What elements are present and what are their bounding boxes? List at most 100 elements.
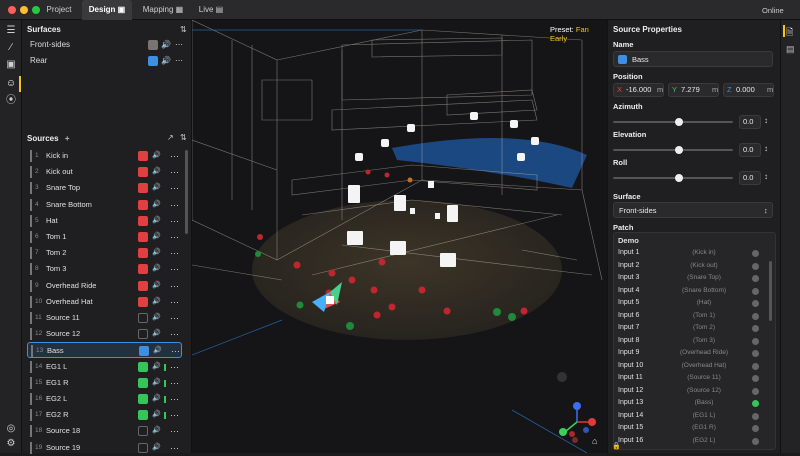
azimuth-knob[interactable] <box>675 118 683 126</box>
more-icon[interactable]: ⋯ <box>170 310 179 326</box>
source-color-swatch[interactable] <box>139 346 149 357</box>
source-color-swatch[interactable] <box>138 442 148 453</box>
more-icon[interactable]: ⋯ <box>170 245 179 261</box>
source-handle[interactable] <box>30 214 32 227</box>
more-icon[interactable]: ⋯ <box>170 261 179 277</box>
more-icon[interactable]: ⋯ <box>170 375 179 391</box>
source-row[interactable]: 14 EG1 L 🔊 ⋯ <box>27 359 182 375</box>
more-icon[interactable]: ⋯ <box>170 278 179 294</box>
remove-icon[interactable] <box>752 275 759 282</box>
patch-row[interactable]: Input 4 (Snare Bottom) <box>614 285 772 298</box>
remove-icon[interactable] <box>752 312 759 320</box>
speaker-icon[interactable]: 🔊 <box>152 261 161 277</box>
source-color-swatch[interactable] <box>138 264 148 275</box>
tab-project[interactable]: Project <box>40 0 78 20</box>
sort-icon[interactable]: ⇅ <box>180 25 187 34</box>
tab-mapping[interactable]: Mapping ▦ <box>138 0 188 20</box>
speaker-icon[interactable]: 🔊 <box>152 310 161 326</box>
source-row[interactable]: 15 EG1 R 🔊 ⋯ <box>27 375 182 391</box>
more-icon[interactable]: ⋯ <box>175 38 183 52</box>
zoom-window-button[interactable] <box>32 6 40 14</box>
inspector-icon[interactable]: ▤ <box>786 44 795 55</box>
azimuth-slider[interactable] <box>613 118 733 126</box>
surface-color-swatch[interactable] <box>148 40 158 50</box>
preset-indicator[interactable]: Preset: Fan Early <box>550 25 607 43</box>
source-handle[interactable] <box>30 198 32 211</box>
source-row[interactable]: 2 Kick out 🔊 ⋯ <box>27 164 182 180</box>
source-row[interactable]: 8 Tom 3 🔊 ⋯ <box>27 261 182 277</box>
speaker-icon[interactable]: 🔊 <box>152 213 161 229</box>
azimuth-stepper-icon[interactable]: ↕ <box>764 116 768 125</box>
more-icon[interactable]: ⋯ <box>170 229 179 245</box>
source-color-swatch[interactable] <box>138 361 148 372</box>
source-handle[interactable] <box>30 150 32 162</box>
source-color-swatch[interactable] <box>138 296 148 307</box>
source-row[interactable]: 5 Hat 🔊 ⋯ <box>27 213 182 229</box>
speaker-icon[interactable]: 🔊 <box>152 245 161 261</box>
name-color-swatch[interactable] <box>618 55 627 64</box>
source-handle[interactable] <box>30 376 32 389</box>
remove-icon[interactable] <box>752 287 759 295</box>
source-row[interactable]: 7 Tom 2 🔊 ⋯ <box>27 245 182 261</box>
roll-knob[interactable] <box>675 174 683 182</box>
source-handle[interactable] <box>30 393 32 405</box>
elevation-slider[interactable] <box>613 146 733 154</box>
more-icon[interactable]: ⋯ <box>170 180 179 196</box>
source-handle[interactable] <box>30 247 32 260</box>
source-handle[interactable] <box>30 295 32 308</box>
more-icon[interactable]: ⋯ <box>170 407 179 423</box>
more-icon[interactable]: ⋯ <box>170 164 179 180</box>
close-window-button[interactable] <box>8 6 16 14</box>
patch-row[interactable]: Input 9 (Overhead Ride) <box>614 347 772 360</box>
remove-icon[interactable] <box>752 387 759 395</box>
account-icon[interactable]: ◎ <box>5 423 17 435</box>
source-color-swatch[interactable] <box>138 313 148 323</box>
minimize-window-button[interactable] <box>20 6 28 14</box>
source-color-swatch[interactable] <box>138 199 148 210</box>
source-color-swatch[interactable] <box>138 248 148 259</box>
source-color-swatch[interactable] <box>138 377 148 388</box>
patch-scrollbar[interactable] <box>769 261 772 321</box>
source-color-swatch[interactable] <box>138 426 148 437</box>
position-z-field[interactable]: Z 0.000 m <box>723 83 774 97</box>
speaker-icon[interactable]: 🔊 <box>152 375 161 391</box>
source-color-swatch[interactable] <box>138 151 148 161</box>
check-icon[interactable] <box>752 400 759 407</box>
more-icon[interactable]: ⋯ <box>170 197 179 213</box>
more-icon[interactable]: ⋯ <box>175 54 183 68</box>
source-handle[interactable] <box>31 345 33 358</box>
patch-row[interactable]: Input 1 (Kick in) <box>614 247 772 260</box>
speaker-icon[interactable]: 🔊 <box>152 180 161 196</box>
source-color-swatch[interactable] <box>138 394 148 404</box>
patch-row[interactable]: Input 6 (Tom 1) <box>614 310 772 323</box>
patch-row[interactable]: Input 13 (Bass) <box>614 397 772 410</box>
source-handle[interactable] <box>30 360 32 373</box>
source-row[interactable]: 17 EG2 R 🔊 ⋯ <box>27 407 182 423</box>
patch-row[interactable]: Input 3 (Snare Top) <box>614 272 772 285</box>
source-handle[interactable] <box>30 409 32 422</box>
source-row[interactable]: 16 EG2 L 🔊 ⋯ <box>27 391 182 407</box>
surface-color-swatch[interactable] <box>148 56 158 66</box>
patch-row[interactable]: Input 12 (Source 12) <box>614 385 772 398</box>
source-row[interactable]: 10 Overhead Hat 🔊 ⋯ <box>27 294 182 310</box>
more-icon[interactable]: ⋯ <box>171 343 180 359</box>
lock-icon[interactable]: 🔒 <box>612 442 621 450</box>
speaker-icon[interactable]: 🔊 <box>152 148 161 164</box>
more-icon[interactable]: ⋯ <box>170 213 179 229</box>
source-handle[interactable] <box>30 263 32 276</box>
add-source-icon[interactable]: + <box>65 134 70 143</box>
source-row[interactable]: 19 Source 19 🔊 ⋯ <box>27 440 182 456</box>
source-handle[interactable] <box>30 425 32 438</box>
source-handle[interactable] <box>30 166 32 179</box>
speaker-icon[interactable]: 🔊 <box>152 423 161 439</box>
source-row[interactable]: 4 Snare Bottom 🔊 ⋯ <box>27 197 182 213</box>
speaker-icon[interactable]: 🔊 <box>161 38 171 52</box>
source-handle[interactable] <box>30 279 32 292</box>
remove-icon[interactable] <box>752 337 759 345</box>
remove-icon[interactable] <box>752 375 759 382</box>
more-icon[interactable]: ⋯ <box>170 440 179 456</box>
surface-dropdown[interactable]: Front-sides ↕ <box>613 202 773 218</box>
speaker-icon[interactable]: 🔊 <box>161 54 171 68</box>
source-color-swatch[interactable] <box>138 280 148 291</box>
speaker-icon[interactable]: 🔊 <box>152 197 161 213</box>
